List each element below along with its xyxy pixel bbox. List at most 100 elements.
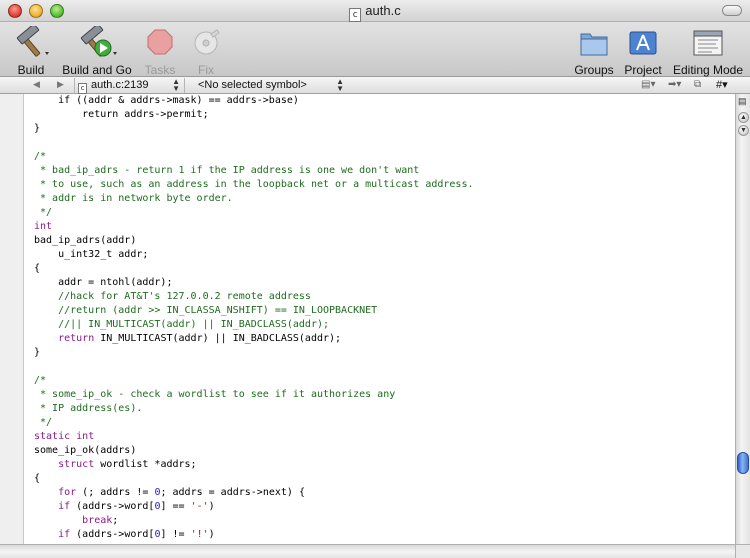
code-line[interactable]: bad_ip_adrs(addr) bbox=[34, 234, 734, 248]
groups-button[interactable]: Groups bbox=[572, 26, 616, 77]
code-token: (addrs->word[ bbox=[70, 529, 155, 540]
scroll-thumb[interactable] bbox=[737, 452, 749, 474]
code-token: */ bbox=[34, 207, 53, 218]
build-and-go-label: Build and Go bbox=[62, 63, 132, 77]
groups-label: Groups bbox=[574, 63, 614, 77]
code-line[interactable]: struct wordlist *addrs; bbox=[34, 458, 734, 472]
code-token: return addrs->permit; bbox=[34, 109, 209, 120]
code-line[interactable]: /* bbox=[34, 374, 734, 388]
code-line[interactable]: if ((addr & addrs->mask) == addrs->base) bbox=[34, 94, 734, 108]
breakpoints-icon[interactable]: ➡▾ bbox=[668, 79, 681, 90]
code-token: //return (addr >> IN_CLASSA_NSHIFT) == I… bbox=[34, 305, 378, 316]
code-line[interactable]: for (; addrs != 0; addrs = addrs->next) … bbox=[34, 486, 734, 500]
code-line[interactable]: } bbox=[34, 122, 734, 136]
tasks-button[interactable]: Tasks bbox=[140, 26, 180, 77]
editing-mode-label: Editing Mode bbox=[672, 63, 744, 77]
counterpart-popup[interactable]: #▾ bbox=[716, 78, 734, 92]
code-token: (; addrs != bbox=[76, 487, 155, 498]
vertical-scrollbar[interactable]: ▤ ▲ ▼ bbox=[735, 94, 750, 544]
window-title-wrap: c auth.c bbox=[0, 3, 750, 22]
code-line[interactable]: */ bbox=[34, 206, 734, 220]
code-token: static bbox=[34, 431, 71, 442]
code-token: '-' bbox=[190, 501, 209, 512]
code-token: /* bbox=[34, 151, 47, 162]
code-token: IN_MULTICAST(addr) || IN_BADCLASS(addr); bbox=[94, 333, 342, 344]
resize-corner[interactable] bbox=[735, 544, 750, 558]
code-line[interactable]: u_int32_t addr; bbox=[34, 248, 734, 262]
fix-button[interactable]: Fix bbox=[188, 26, 224, 77]
code-token: ] != bbox=[160, 529, 191, 540]
code-line[interactable]: //hack for AT&T's 127.0.0.2 remote addre… bbox=[34, 290, 734, 304]
code-line[interactable]: //return (addr >> IN_CLASSA_NSHIFT) == I… bbox=[34, 304, 734, 318]
code-line[interactable]: * some_ip_ok - check a wordlist to see i… bbox=[34, 388, 734, 402]
code-token: some_ip_ok(addrs) bbox=[34, 445, 137, 456]
toolbar-toggle-button[interactable] bbox=[722, 5, 742, 16]
file-history-popup[interactable]: c auth.c:2139 ▲ ▼ bbox=[78, 78, 180, 94]
code-line[interactable]: addr = ntohl(addr); bbox=[34, 276, 734, 290]
code-token: bad_ip_adrs(addr) bbox=[34, 235, 137, 246]
project-button[interactable]: Project bbox=[622, 26, 664, 77]
code-line[interactable]: some_ip_ok(addrs) bbox=[34, 444, 734, 458]
code-token: ] == bbox=[160, 501, 191, 512]
code-line[interactable]: * to use, such as an address in the loop… bbox=[34, 178, 734, 192]
includes-icon[interactable]: ⧉ bbox=[694, 79, 701, 90]
code-line[interactable]: * bad_ip_adrs - return 1 if the IP addre… bbox=[34, 164, 734, 178]
code-token: if bbox=[58, 529, 71, 540]
folder-icon bbox=[580, 33, 608, 56]
code-line[interactable]: ​ bbox=[34, 136, 734, 150]
code-line[interactable]: */ bbox=[34, 416, 734, 430]
code-line[interactable]: return addrs->permit; bbox=[34, 108, 734, 122]
code-line[interactable]: int bbox=[34, 220, 734, 234]
code-token: * addr is in network byte order. bbox=[34, 193, 233, 204]
code-token: (addrs->word[ bbox=[70, 501, 155, 512]
code-token: /* bbox=[34, 375, 47, 386]
scroll-down-arrow-icon[interactable]: ▼ bbox=[738, 125, 749, 136]
editing-mode-button[interactable]: Editing Mode bbox=[672, 26, 744, 77]
build-and-go-button[interactable]: Build and Go bbox=[60, 26, 134, 77]
horizontal-scrollbar[interactable] bbox=[0, 544, 735, 558]
code-token: { bbox=[34, 473, 41, 484]
source-code[interactable]: if ((addr & addrs->mask) == addrs->base)… bbox=[34, 94, 734, 542]
code-line[interactable]: { bbox=[34, 472, 734, 486]
code-token: struct bbox=[58, 459, 95, 470]
code-line[interactable]: * IP address(es). bbox=[34, 402, 734, 416]
bookmarks-icon[interactable]: ▤▾ bbox=[641, 79, 655, 90]
code-token: break bbox=[82, 515, 113, 526]
code-token: * some_ip_ok - check a wordlist to see i… bbox=[34, 389, 396, 400]
file-position: auth.c:2139 bbox=[91, 79, 149, 91]
c-file-icon: c bbox=[349, 8, 362, 22]
code-line[interactable]: ​ bbox=[34, 360, 734, 374]
code-token: '!' bbox=[190, 529, 209, 540]
code-line[interactable]: } bbox=[34, 346, 734, 360]
back-arrow-icon[interactable]: ◀ bbox=[33, 79, 40, 90]
nav-divider bbox=[74, 78, 75, 93]
code-line[interactable]: if (addrs->word[0] == '-') bbox=[34, 500, 734, 514]
code-line[interactable]: return IN_MULTICAST(addr) || IN_BADCLASS… bbox=[34, 332, 734, 346]
symbol-popup[interactable]: <No selected symbol> ▲ ▼ bbox=[198, 77, 344, 93]
code-token: } bbox=[34, 347, 41, 358]
code-line[interactable]: * addr is in network byte order. bbox=[34, 192, 734, 206]
code-line[interactable]: //|| IN_MULTICAST(addr) || IN_BADCLASS(a… bbox=[34, 318, 734, 332]
forward-arrow-icon[interactable]: ▶ bbox=[57, 79, 64, 90]
project-label: Project bbox=[624, 63, 662, 77]
code-token: ) bbox=[208, 529, 215, 540]
code-line[interactable]: break; bbox=[34, 514, 734, 528]
popup-updown-icon: ▲ ▼ bbox=[336, 77, 344, 93]
code-token: addr = ntohl(addr); bbox=[34, 277, 173, 288]
code-token: ; addrs = addrs->next) { bbox=[160, 487, 305, 498]
code-editor[interactable]: if ((addr & addrs->mask) == addrs->base)… bbox=[0, 94, 735, 544]
selected-symbol: <No selected symbol> bbox=[198, 79, 307, 91]
code-line[interactable]: /* bbox=[34, 150, 734, 164]
line-gutter[interactable] bbox=[0, 94, 24, 544]
code-line[interactable]: static int bbox=[34, 430, 734, 444]
title-bar: c auth.c bbox=[0, 0, 750, 22]
code-line[interactable]: if (addrs->word[0] != '!') bbox=[34, 528, 734, 542]
build-button[interactable]: Build bbox=[8, 26, 54, 77]
code-line[interactable]: { bbox=[34, 262, 734, 276]
build-label: Build bbox=[17, 63, 45, 77]
scroll-up-arrow-icon[interactable]: ▲ bbox=[738, 112, 749, 123]
split-view-icon[interactable]: ▤ bbox=[738, 96, 748, 106]
code-token: if ((addr & addrs->mask) == addrs->base) bbox=[34, 95, 299, 106]
